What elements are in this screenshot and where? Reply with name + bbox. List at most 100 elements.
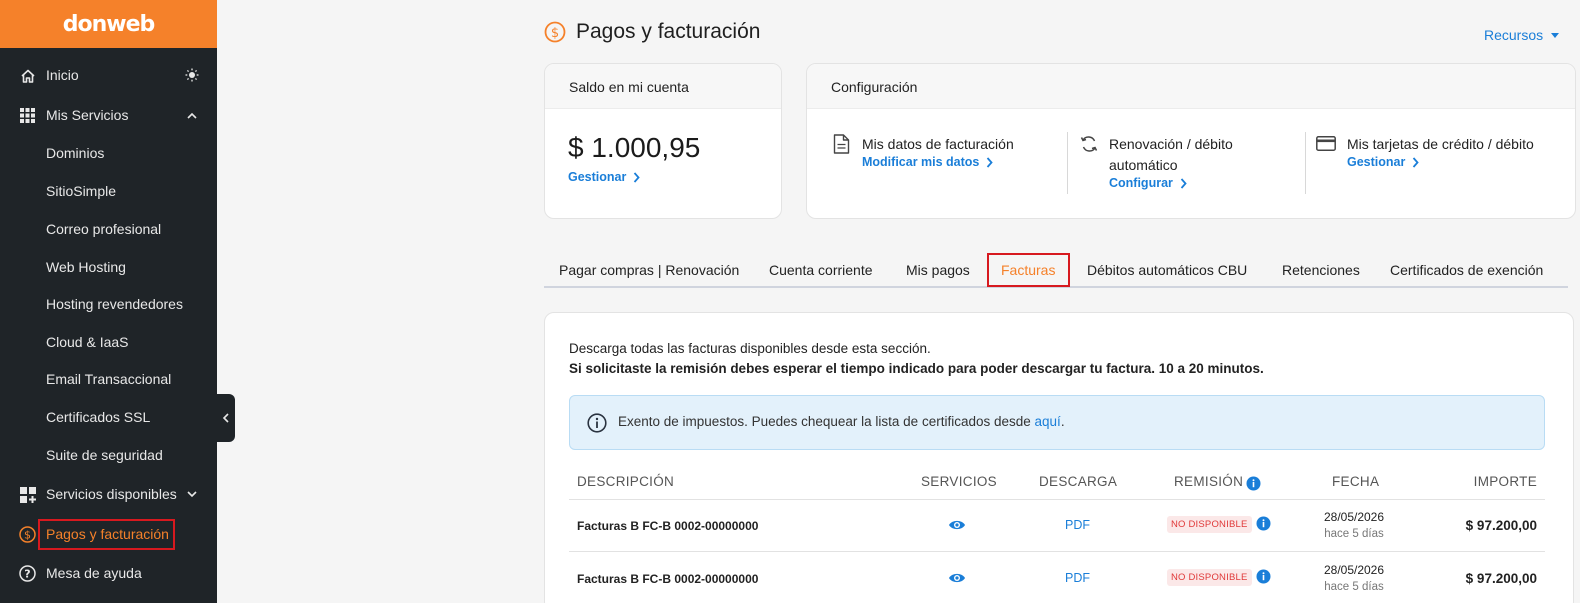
info-icon[interactable] xyxy=(1256,569,1271,584)
link-label: Configurar xyxy=(1109,176,1173,190)
sun-icon[interactable] xyxy=(185,68,199,82)
col-importe: IMPORTE xyxy=(1473,474,1537,489)
link-label: Gestionar xyxy=(1347,155,1406,169)
sidebar-item-label: Mis Servicios xyxy=(46,107,129,123)
page-title: Pagos y facturación xyxy=(576,20,761,43)
divider xyxy=(1067,132,1068,194)
resources-dropdown[interactable]: Recursos xyxy=(1484,27,1560,43)
col-descripcion: DESCRIPCIÓN xyxy=(577,474,675,489)
sidebar: donweb Inicio Mis Servicios Dominios Sit… xyxy=(0,0,217,603)
eye-icon[interactable] xyxy=(948,519,966,531)
svg-text:$: $ xyxy=(551,26,559,41)
table-row: Facturas B FC-B 0002-00000000 PDF NO DIS… xyxy=(569,553,1545,603)
invoice-date: 28/05/2026 xyxy=(1323,510,1385,524)
cards-manage-link[interactable]: Gestionar xyxy=(1347,155,1534,169)
sidebar-item-mis-servicios[interactable]: Mis Servicios xyxy=(0,96,217,134)
status-badge: NO DISPONIBLE xyxy=(1167,569,1252,586)
help-circle-icon: ? xyxy=(19,565,36,582)
balance-card-title: Saldo en mi cuenta xyxy=(545,64,781,109)
sidebar-item-sitiosimple[interactable]: SitioSimple xyxy=(0,172,217,210)
tab-mis-pagos[interactable]: Mis pagos xyxy=(906,262,970,278)
chevron-right-icon xyxy=(1413,156,1420,168)
sidebar-item-label: Correo profesional xyxy=(46,221,162,237)
tab-pagar-compras[interactable]: Pagar compras | Renovación xyxy=(559,262,739,278)
sidebar-item-label: Certificados SSL xyxy=(46,409,151,425)
invoices-intro: Descarga todas las facturas disponibles … xyxy=(569,341,931,356)
invoice-description: Facturas B FC-B 0002-00000000 xyxy=(577,519,759,533)
link-label: Gestionar xyxy=(568,170,627,184)
eye-icon[interactable] xyxy=(948,572,966,584)
sidebar-item-certificados-ssl[interactable]: Certificados SSL xyxy=(0,398,217,436)
page-header: $ Pagos y facturación xyxy=(544,20,760,44)
pdf-download-link[interactable]: PDF xyxy=(1065,571,1090,585)
invoice-description: Facturas B FC-B 0002-00000000 xyxy=(577,572,759,586)
link-label: Modificar mis datos xyxy=(862,155,980,169)
invoice-relative-date: hace 5 días xyxy=(1324,528,1384,540)
balance-card: Saldo en mi cuenta $ 1.000,95 Gestionar xyxy=(544,63,782,219)
alert-end: . xyxy=(1060,414,1065,429)
refresh-icon xyxy=(1080,136,1098,152)
tab-certificados[interactable]: Certificados de exención xyxy=(1390,262,1543,278)
certificates-link[interactable]: aquí xyxy=(1035,414,1061,429)
sidebar-item-label: Servicios disponibles xyxy=(46,486,177,502)
sidebar-item-label: Suite de seguridad xyxy=(46,447,163,463)
sidebar-collapse-button[interactable] xyxy=(216,394,235,442)
config-card: Configuración Mis datos de facturación M… xyxy=(806,63,1576,219)
sidebar-item-correo-profesional[interactable]: Correo profesional xyxy=(0,210,217,248)
chevron-right-icon xyxy=(1180,177,1187,189)
chevron-left-icon xyxy=(222,413,229,423)
config-card-title: Configuración xyxy=(807,64,1575,109)
sidebar-item-label: Inicio xyxy=(46,67,79,83)
grid-icon xyxy=(19,107,36,124)
chevron-right-icon xyxy=(634,171,641,183)
highlight-box xyxy=(38,519,175,550)
chevron-up-icon[interactable] xyxy=(185,108,199,122)
sidebar-item-label: SitioSimple xyxy=(46,183,117,199)
sidebar-item-label: Email Transaccional xyxy=(46,371,172,387)
sidebar-item-web-hosting[interactable]: Web Hosting xyxy=(0,248,217,286)
grid-plus-icon xyxy=(19,486,36,503)
pdf-download-link[interactable]: PDF xyxy=(1065,518,1090,532)
svg-text:?: ? xyxy=(24,568,30,581)
billing-data-title: Mis datos de facturación xyxy=(862,136,1014,152)
tab-cuenta-corriente[interactable]: Cuenta corriente xyxy=(769,262,873,278)
col-remision: REMISIÓN xyxy=(1174,474,1244,489)
sidebar-item-cloud-iaas[interactable]: Cloud & IaaS xyxy=(0,323,217,361)
chevron-down-icon[interactable] xyxy=(185,487,199,501)
sidebar-item-servicios-disponibles[interactable]: Servicios disponibles xyxy=(0,475,217,513)
sidebar-item-label: Hosting revendedores xyxy=(46,296,183,312)
info-icon[interactable] xyxy=(1246,476,1261,491)
balance-manage-link[interactable]: Gestionar xyxy=(568,170,641,184)
table-row: Facturas B FC-B 0002-00000000 PDF NO DIS… xyxy=(569,500,1545,552)
invoice-date: 28/05/2026 xyxy=(1323,563,1385,577)
info-icon xyxy=(587,413,607,433)
info-icon[interactable] xyxy=(1256,516,1271,531)
invoices-panel: Descarga todas las facturas disponibles … xyxy=(544,312,1574,603)
auto-renewal-link[interactable]: Configurar xyxy=(1109,176,1233,190)
chevron-right-icon xyxy=(987,156,994,168)
dollar-circle-icon: $ xyxy=(544,21,566,43)
sidebar-item-inicio[interactable]: Inicio xyxy=(0,56,217,94)
col-descarga: DESCARGA xyxy=(1039,474,1118,489)
sidebar-item-mesa-de-ayuda[interactable]: ? Mesa de ayuda xyxy=(0,554,217,592)
donweb-logo[interactable]: donweb xyxy=(0,0,217,48)
credit-card-icon xyxy=(1316,136,1336,151)
sidebar-item-dominios[interactable]: Dominios xyxy=(0,134,217,172)
home-icon xyxy=(19,67,36,84)
resources-label: Recursos xyxy=(1484,27,1544,43)
invoice-amount: $ 97.200,00 xyxy=(1465,518,1537,533)
tab-debitos-cbu[interactable]: Débitos automáticos CBU xyxy=(1087,262,1247,278)
auto-renewal-title: Renovación / débito xyxy=(1109,136,1233,152)
tab-retenciones[interactable]: Retenciones xyxy=(1282,262,1360,278)
sidebar-item-email-transaccional[interactable]: Email Transaccional xyxy=(0,360,217,398)
divider xyxy=(1305,132,1306,194)
cards-title: Mis tarjetas de crédito / débito xyxy=(1347,136,1534,152)
col-fecha: FECHA xyxy=(1332,474,1380,489)
sidebar-item-hosting-revendedores[interactable]: Hosting revendedores xyxy=(0,285,217,323)
tax-exempt-alert: Exento de impuestos. Puedes chequear la … xyxy=(569,395,1545,450)
invoices-notice: Si solicitaste la remisión debes esperar… xyxy=(569,361,1264,376)
sidebar-item-label: Mesa de ayuda xyxy=(46,565,142,581)
billing-data-link[interactable]: Modificar mis datos xyxy=(862,155,1014,169)
sidebar-item-suite-de-seguridad[interactable]: Suite de seguridad xyxy=(0,436,217,474)
auto-renewal-title-2: automático xyxy=(1109,157,1178,173)
